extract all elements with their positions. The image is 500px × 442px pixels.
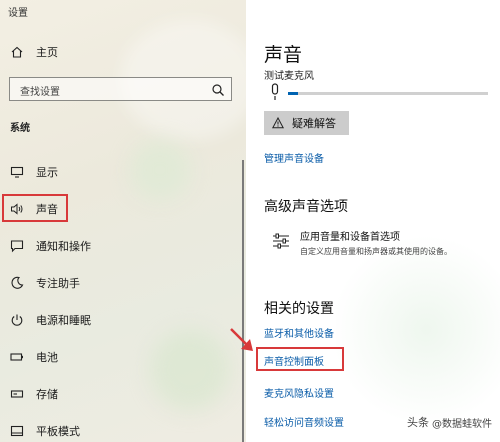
notification-icon [10, 239, 24, 253]
sidebar-item-storage[interactable]: 存储 [10, 386, 58, 402]
tablet-icon [10, 424, 24, 438]
sidebar-item-tablet-mode[interactable]: 平板模式 [10, 423, 80, 439]
mic-level-bar [288, 92, 488, 95]
sidebar-item-display[interactable]: 显示 [10, 164, 58, 180]
sidebar: 设置 主页 查找设置 系统 显示 声音 通知和操作 专注助手 电源和睡眠 电池 … [0, 0, 246, 442]
moon-icon [10, 276, 24, 290]
sidebar-item-label: 存储 [36, 388, 58, 401]
app-volume-description: 自定义应用音量和扬声器或其使用的设备。 [300, 247, 452, 256]
background-blur [336, 230, 500, 430]
sidebar-item-label: 电池 [36, 351, 58, 364]
sidebar-item-focus-assist[interactable]: 专注助手 [10, 275, 80, 291]
watermark-brand: 头条 [407, 416, 429, 429]
highlight-box [256, 347, 344, 371]
bluetooth-devices-link[interactable]: 蓝牙和其他设备 [264, 325, 334, 340]
troubleshoot-button[interactable]: 疑难解答 [264, 111, 349, 135]
warning-icon [271, 116, 285, 129]
background-blur [130, 140, 190, 200]
highlight-box [2, 194, 68, 222]
sidebar-item-label: 通知和操作 [36, 240, 91, 253]
sidebar-item-label: 显示 [36, 166, 58, 179]
search-input[interactable]: 查找设置 [9, 77, 232, 101]
ease-of-access-audio-link[interactable]: 轻松访问音频设置 [264, 414, 344, 429]
home-icon [10, 45, 24, 59]
storage-icon [10, 387, 24, 401]
troubleshoot-label: 疑难解答 [292, 117, 336, 130]
watermark: 头条 @数据蛙软件 [407, 414, 492, 430]
sidebar-scrollbar[interactable] [242, 160, 244, 442]
sidebar-item-power-sleep[interactable]: 电源和睡眠 [10, 312, 91, 328]
search-placeholder: 查找设置 [20, 87, 60, 98]
sidebar-item-battery[interactable]: 电池 [10, 349, 58, 365]
mic-level-fill [288, 92, 298, 95]
page-title: 声音 [264, 44, 303, 66]
sidebar-item-label: 主页 [36, 46, 58, 59]
window-title: 设置 [8, 8, 28, 19]
power-icon [10, 313, 24, 327]
microphone-icon [269, 83, 281, 101]
sidebar-item-label: 平板模式 [36, 425, 80, 438]
section-label: 系统 [10, 123, 30, 134]
display-icon [10, 165, 24, 179]
app-volume-title: 应用音量和设备首选项 [300, 232, 400, 243]
background-blur [150, 330, 230, 410]
sidebar-item-home[interactable]: 主页 [10, 44, 58, 60]
related-settings-title: 相关的设置 [264, 301, 334, 317]
sidebar-item-label: 电源和睡眠 [36, 314, 91, 327]
mic-test-label: 测试麦克风 [264, 71, 314, 82]
battery-icon [10, 350, 24, 364]
app-volume-preferences-item[interactable]: 应用音量和设备首选项 自定义应用音量和扬声器或其使用的设备。 [272, 228, 490, 257]
advanced-sound-options-title: 高级声音选项 [264, 199, 348, 215]
sliders-icon [272, 232, 290, 250]
microphone-privacy-link[interactable]: 麦克风隐私设置 [264, 385, 334, 400]
search-icon[interactable] [211, 82, 225, 96]
annotation-arrow [230, 328, 253, 351]
sidebar-item-notifications[interactable]: 通知和操作 [10, 238, 91, 254]
watermark-text: @数据蛙软件 [432, 418, 492, 430]
sidebar-item-label: 专注助手 [36, 277, 80, 290]
main-content: 声音 测试麦克风 疑难解答 管理声音设备 高级声音选项 应用音量和设备首选项 自… [246, 0, 500, 442]
manage-sound-devices-link[interactable]: 管理声音设备 [264, 150, 324, 165]
